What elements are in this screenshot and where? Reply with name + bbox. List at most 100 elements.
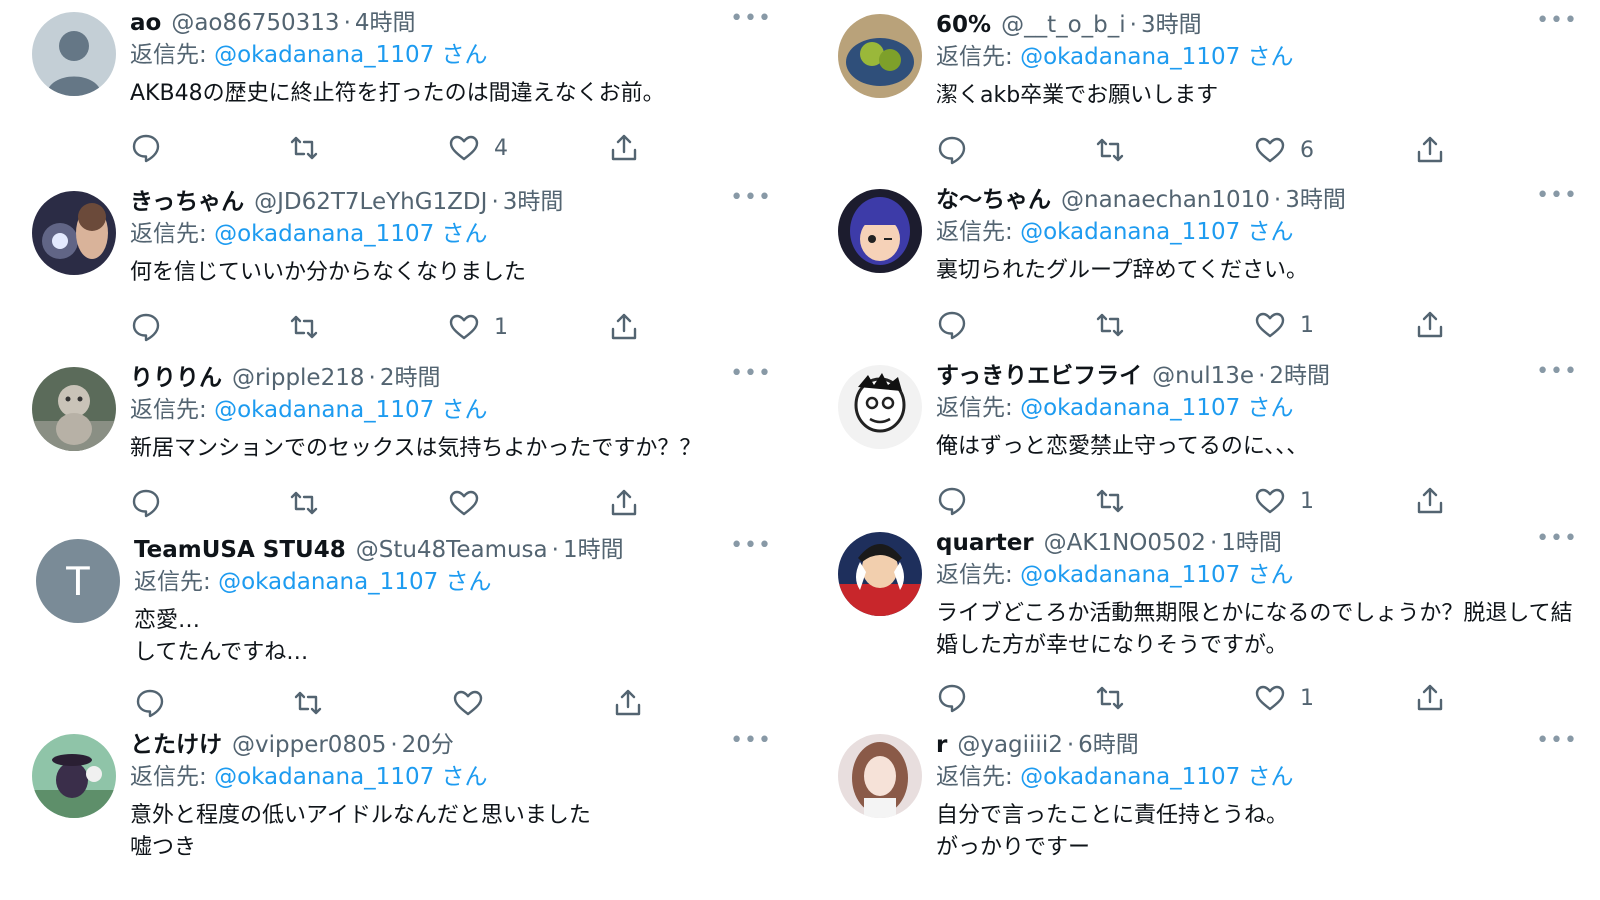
reply-mention-link[interactable]: @okadanana_1107 さん bbox=[1020, 764, 1293, 790]
like-button[interactable]: 1 bbox=[1254, 678, 1314, 718]
avatar[interactable] bbox=[32, 734, 116, 818]
timestamp[interactable]: 1時間 bbox=[563, 535, 624, 565]
display-name[interactable]: りりりん bbox=[130, 363, 222, 393]
user-handle[interactable]: @Stu48Teamusa bbox=[356, 535, 548, 565]
avatar[interactable] bbox=[838, 365, 922, 449]
display-name[interactable]: quarter bbox=[936, 528, 1034, 558]
share-button[interactable] bbox=[1414, 130, 1446, 170]
user-handle[interactable]: @nul13e bbox=[1152, 361, 1254, 391]
timestamp[interactable]: 3時間 bbox=[503, 187, 564, 217]
share-button[interactable] bbox=[1414, 678, 1446, 718]
tweet[interactable]: 60% @__t_o_b_i · 3時間 返信先: @okadanana_110… bbox=[838, 2, 1588, 180]
more-options-icon[interactable]: ••• bbox=[1536, 526, 1578, 551]
display-name[interactable]: すっきりエビフライ bbox=[936, 361, 1142, 391]
reply-mention-link[interactable]: @okadanana_1107 さん bbox=[1020, 219, 1293, 245]
share-button[interactable] bbox=[1414, 481, 1446, 521]
like-button[interactable]: 1 bbox=[1254, 305, 1314, 345]
user-handle[interactable]: @vipper0805 bbox=[232, 730, 386, 760]
user-handle[interactable]: @__t_o_b_i bbox=[1001, 10, 1126, 40]
avatar[interactable] bbox=[32, 12, 116, 96]
share-button[interactable] bbox=[1414, 305, 1446, 345]
more-options-icon[interactable]: ••• bbox=[1536, 728, 1578, 753]
retweet-button[interactable] bbox=[1094, 130, 1126, 170]
tweet[interactable]: きっちゃん @JD62T7LeYhG1ZDJ · 3時間 返信先: @okada… bbox=[32, 179, 782, 355]
share-button[interactable] bbox=[612, 683, 644, 723]
tweet[interactable]: りりりん @ripple218 · 2時間 返信先: @okadanana_11… bbox=[32, 355, 782, 527]
retweet-button[interactable] bbox=[288, 128, 320, 168]
retweet-button[interactable] bbox=[288, 483, 320, 523]
more-options-icon[interactable]: ••• bbox=[1536, 183, 1578, 208]
display-name[interactable]: TeamUSA STU48 bbox=[134, 535, 346, 565]
retweet-button[interactable] bbox=[1094, 481, 1126, 521]
avatar[interactable] bbox=[838, 734, 922, 818]
timestamp[interactable]: 3時間 bbox=[1285, 185, 1346, 215]
reply-mention-link[interactable]: @okadanana_1107 さん bbox=[214, 42, 487, 68]
timestamp[interactable]: 2時間 bbox=[380, 363, 441, 393]
user-handle[interactable]: @ripple218 bbox=[232, 363, 365, 393]
reply-mention-link[interactable]: @okadanana_1107 さん bbox=[1020, 395, 1293, 421]
timestamp[interactable]: 6時間 bbox=[1078, 730, 1139, 760]
timestamp[interactable]: 4時間 bbox=[355, 8, 416, 38]
avatar[interactable] bbox=[838, 189, 922, 273]
reply-button[interactable] bbox=[130, 483, 162, 523]
tweet[interactable]: T TeamUSA STU48 @Stu48Teamusa · 1時間 返信先:… bbox=[32, 527, 782, 727]
tweet[interactable]: r @yagiiii2 · 6時間 返信先: @okadanana_1107 さ… bbox=[838, 722, 1588, 900]
share-button[interactable] bbox=[608, 128, 640, 168]
reply-button[interactable] bbox=[936, 130, 968, 170]
reply-button[interactable] bbox=[936, 305, 968, 345]
user-handle[interactable]: @yagiiii2 bbox=[957, 730, 1063, 760]
tweet[interactable]: な〜ちゃん @nanaechan1010 · 3時間 返信先: @okadana… bbox=[838, 177, 1588, 353]
display-name[interactable]: きっちゃん bbox=[130, 187, 244, 217]
like-button[interactable] bbox=[452, 683, 498, 723]
retweet-button[interactable] bbox=[292, 683, 324, 723]
display-name[interactable]: とたけけ bbox=[130, 730, 222, 760]
more-options-icon[interactable]: ••• bbox=[730, 6, 772, 31]
avatar[interactable] bbox=[838, 14, 922, 98]
reply-mention-link[interactable]: @okadanana_1107 さん bbox=[218, 569, 491, 595]
avatar[interactable] bbox=[32, 367, 116, 451]
like-button[interactable] bbox=[448, 483, 494, 523]
reply-mention-link[interactable]: @okadanana_1107 さん bbox=[1020, 44, 1293, 70]
tweet[interactable]: すっきりエビフライ @nul13e · 2時間 返信先: @okadanana_… bbox=[838, 353, 1588, 525]
reply-mention-link[interactable]: @okadanana_1107 さん bbox=[214, 764, 487, 790]
more-options-icon[interactable]: ••• bbox=[730, 361, 772, 386]
display-name[interactable]: ao bbox=[130, 8, 161, 38]
timestamp[interactable]: 1時間 bbox=[1221, 528, 1282, 558]
display-name[interactable]: r bbox=[936, 730, 947, 760]
reply-button[interactable] bbox=[936, 481, 968, 521]
more-options-icon[interactable]: ••• bbox=[1536, 359, 1578, 384]
share-button[interactable] bbox=[608, 307, 640, 347]
user-handle[interactable]: @ao86750313 bbox=[171, 8, 339, 38]
more-options-icon[interactable]: ••• bbox=[730, 728, 772, 753]
reply-button[interactable] bbox=[134, 683, 166, 723]
tweet[interactable]: とたけけ @vipper0805 · 20分 返信先: @okadanana_1… bbox=[32, 722, 782, 900]
avatar[interactable] bbox=[32, 191, 116, 275]
more-options-icon[interactable]: ••• bbox=[1536, 8, 1578, 33]
reply-mention-link[interactable]: @okadanana_1107 さん bbox=[214, 221, 487, 247]
more-options-icon[interactable]: ••• bbox=[730, 533, 772, 558]
avatar[interactable] bbox=[838, 532, 922, 616]
like-button[interactable]: 1 bbox=[1254, 481, 1314, 521]
tweet[interactable]: quarter @AK1NO0502 · 1時間 返信先: @okadanana… bbox=[838, 520, 1588, 722]
retweet-button[interactable] bbox=[1094, 305, 1126, 345]
share-button[interactable] bbox=[608, 483, 640, 523]
retweet-button[interactable] bbox=[1094, 678, 1126, 718]
display-name[interactable]: な〜ちゃん bbox=[936, 185, 1051, 215]
timestamp[interactable]: 20分 bbox=[402, 730, 454, 760]
like-button[interactable]: 4 bbox=[448, 128, 508, 168]
user-handle[interactable]: @nanaechan1010 bbox=[1061, 185, 1270, 215]
tweet[interactable]: ao @ao86750313 · 4時間 返信先: @okadanana_110… bbox=[32, 0, 782, 180]
retweet-button[interactable] bbox=[288, 307, 320, 347]
more-options-icon[interactable]: ••• bbox=[730, 185, 772, 210]
timestamp[interactable]: 2時間 bbox=[1269, 361, 1330, 391]
like-button[interactable]: 6 bbox=[1254, 130, 1314, 170]
avatar[interactable]: T bbox=[36, 539, 120, 623]
display-name[interactable]: 60% bbox=[936, 10, 991, 40]
user-handle[interactable]: @AK1NO0502 bbox=[1044, 528, 1206, 558]
like-button[interactable]: 1 bbox=[448, 307, 508, 347]
reply-button[interactable] bbox=[130, 128, 162, 168]
reply-button[interactable] bbox=[130, 307, 162, 347]
timestamp[interactable]: 3時間 bbox=[1141, 10, 1202, 40]
reply-mention-link[interactable]: @okadanana_1107 さん bbox=[1020, 562, 1293, 588]
reply-mention-link[interactable]: @okadanana_1107 さん bbox=[214, 397, 487, 423]
